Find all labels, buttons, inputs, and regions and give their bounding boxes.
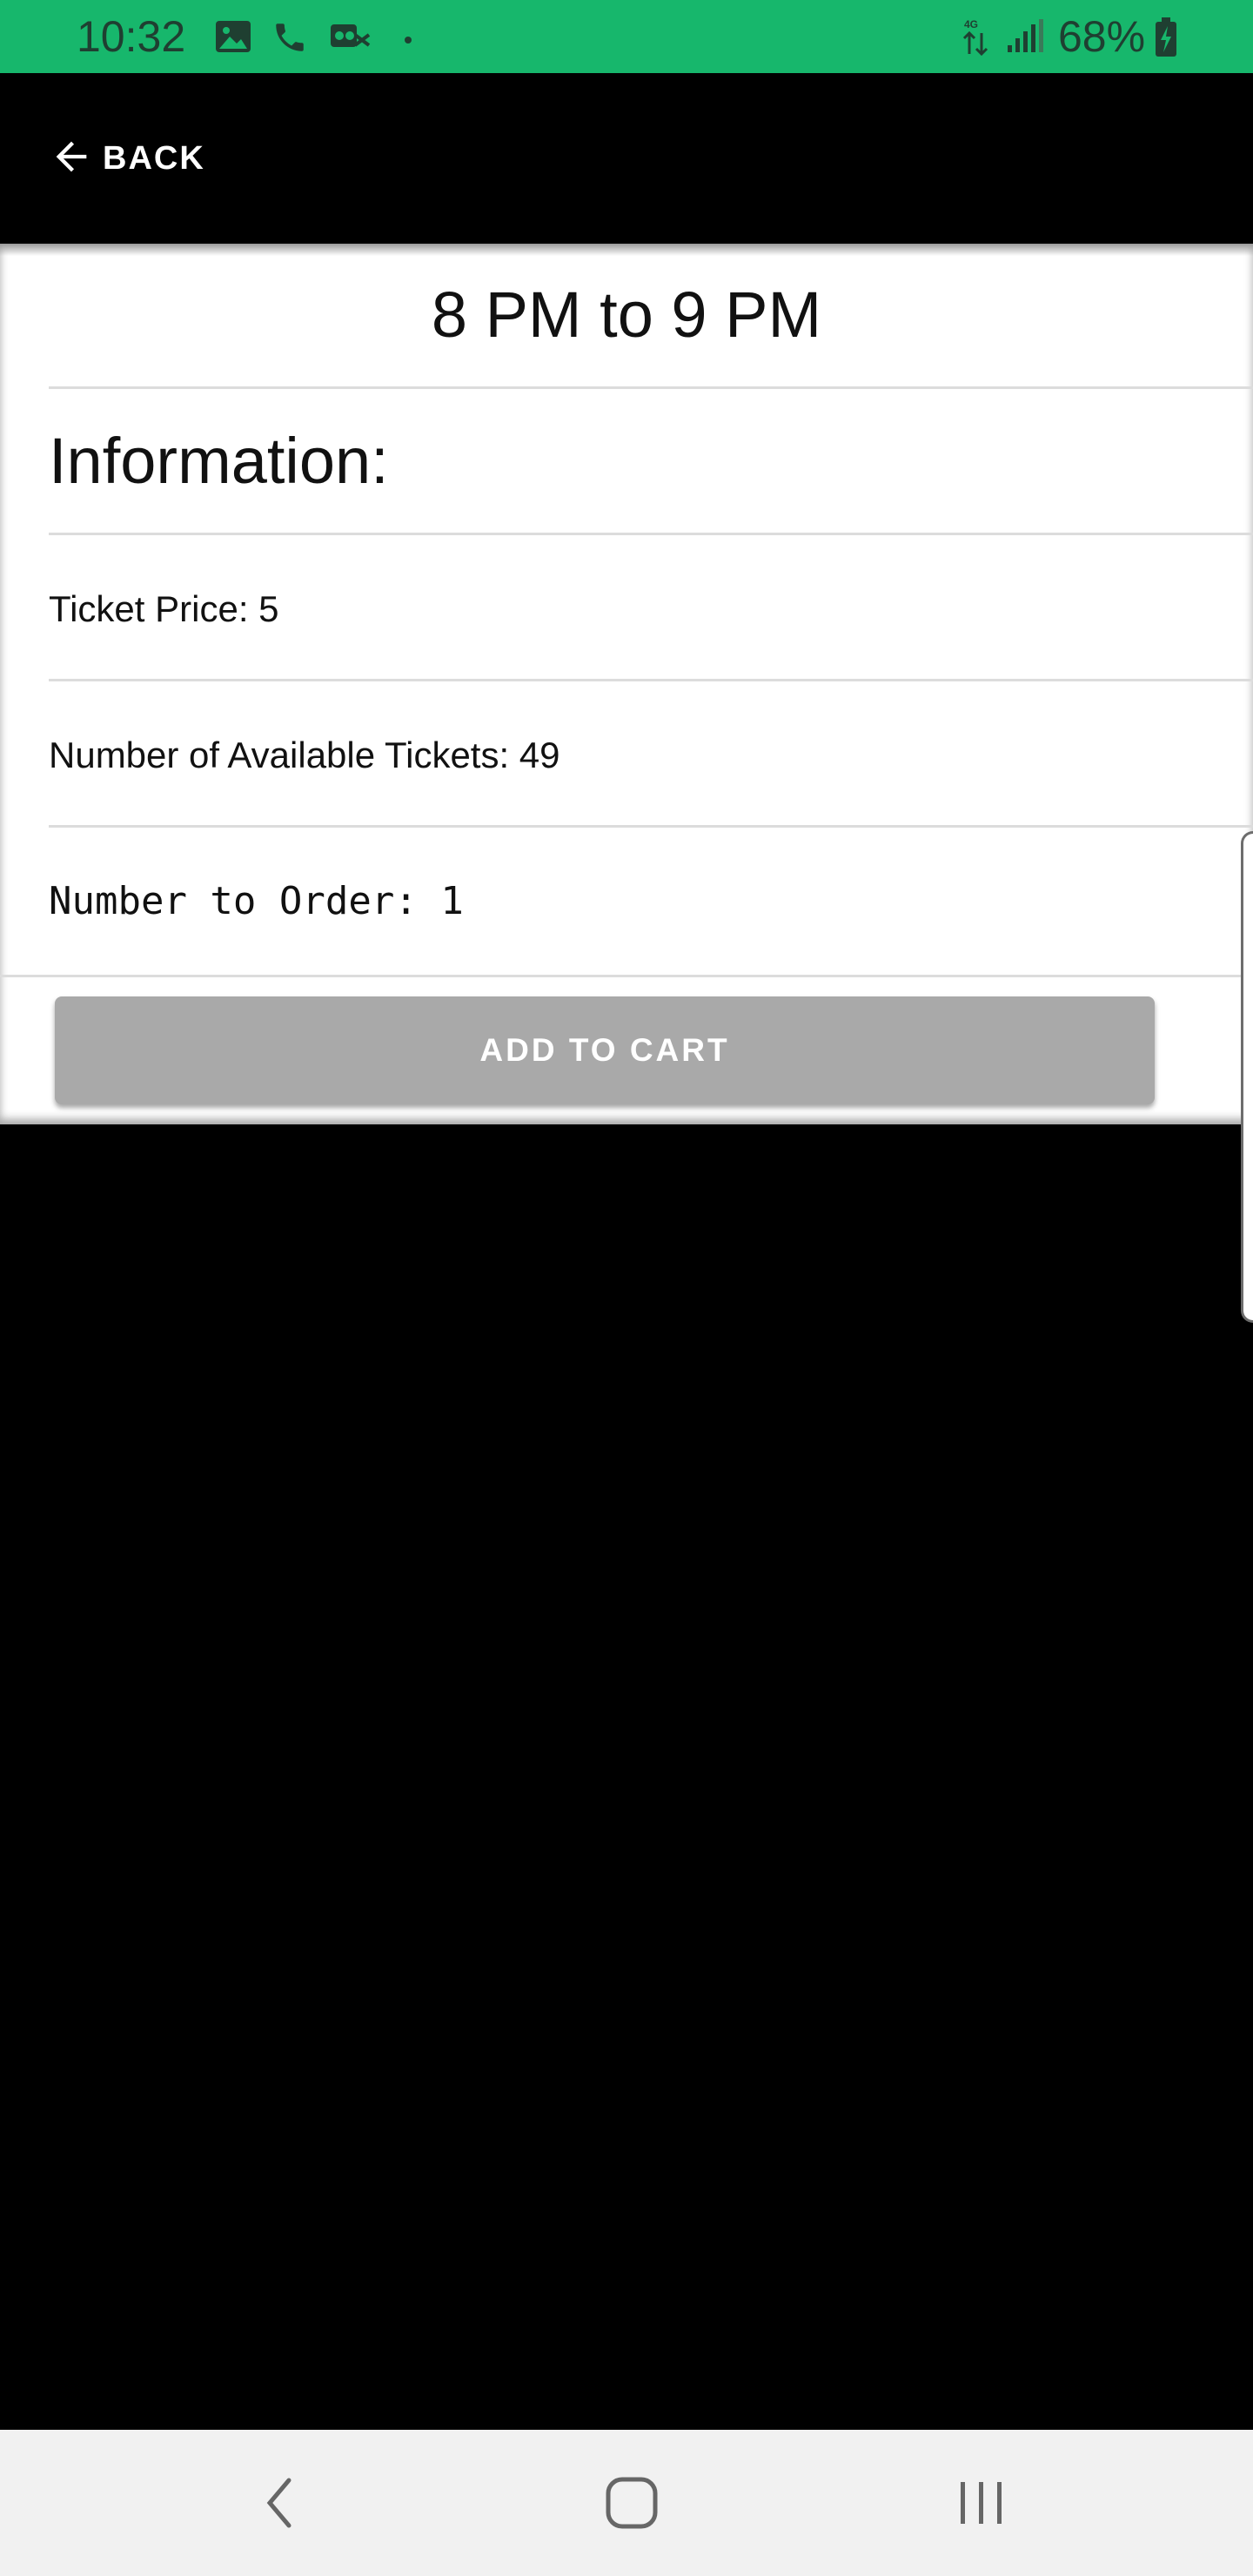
- add-to-cart-button[interactable]: ADD TO CART: [55, 996, 1155, 1104]
- app-bar-shadow: [0, 244, 1253, 256]
- phone-icon: [271, 19, 308, 60]
- available-tickets: Number of Available Tickets: 49: [49, 735, 560, 775]
- status-time: 10:32: [77, 12, 186, 61]
- back-label: BACK: [103, 139, 205, 177]
- battery-percent: 68%: [1058, 12, 1146, 61]
- divider: [0, 975, 1253, 977]
- status-bar: 10:32 4G 68%: [0, 0, 1253, 73]
- battery-charging-icon: [1154, 17, 1178, 62]
- number-to-order-field[interactable]: Number to Order: 1: [49, 874, 464, 929]
- scroll-handle[interactable]: [1241, 831, 1253, 1323]
- data-transfer-icon: 4G: [961, 16, 992, 62]
- time-slot-title: 8 PM to 9 PM: [431, 278, 822, 351]
- svg-text:4G: 4G: [964, 18, 978, 30]
- signal-icon: [1006, 19, 1044, 58]
- divider: [49, 533, 1253, 535]
- detail-sheet: [0, 244, 1253, 1124]
- divider: [49, 825, 1253, 828]
- add-to-cart-label: ADD TO CART: [479, 1032, 730, 1068]
- ticket-price: Ticket Price: 5: [49, 588, 279, 629]
- dot-icon: [404, 33, 412, 49]
- back-button[interactable]: BACK: [49, 127, 205, 190]
- divider: [49, 679, 1253, 681]
- voicemail-icon: [329, 19, 372, 58]
- back-nav-icon[interactable]: [237, 2473, 324, 2532]
- home-nav-icon[interactable]: [588, 2473, 675, 2532]
- recents-nav-icon[interactable]: [938, 2473, 1025, 2532]
- information-heading: Information:: [49, 425, 389, 497]
- arrow-left-icon: [49, 134, 94, 184]
- divider: [49, 386, 1253, 389]
- gallery-icon: [214, 19, 252, 58]
